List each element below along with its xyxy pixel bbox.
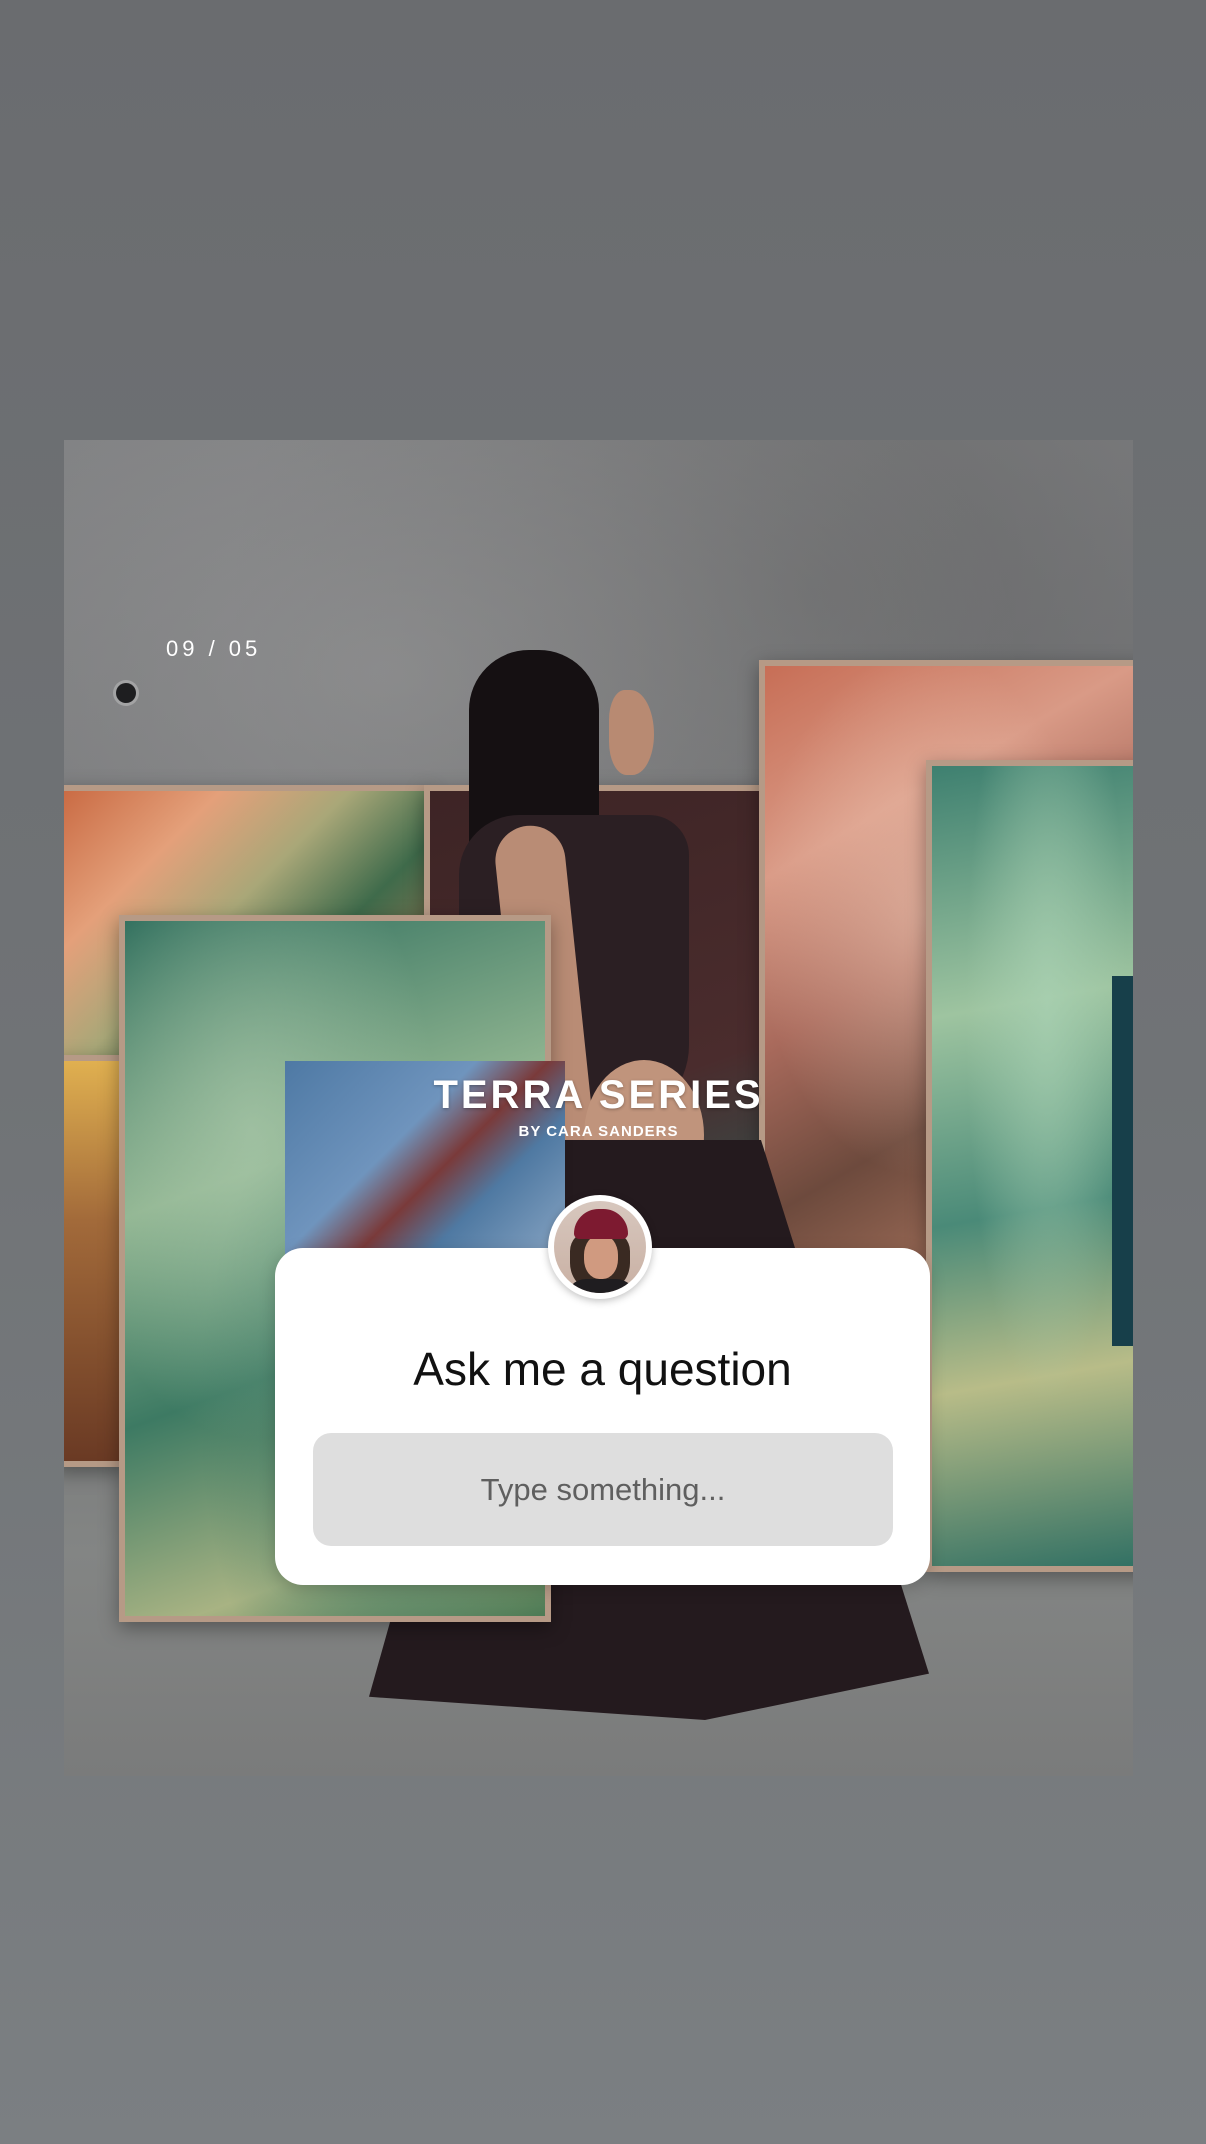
answer-input[interactable]: Type something... xyxy=(313,1433,893,1546)
story-counter: 09 / 05 xyxy=(166,636,262,661)
person-face xyxy=(609,690,654,775)
camera-icon xyxy=(116,683,136,703)
avatar-hat xyxy=(574,1209,628,1239)
story-subtitle: BY CARA SANDERS xyxy=(518,1123,679,1140)
question-prompt: Ask me a question xyxy=(413,1343,792,1395)
painting-canvas xyxy=(926,760,1133,1572)
avatar[interactable] xyxy=(548,1195,652,1299)
avatar-shirt xyxy=(566,1279,636,1293)
painting-detail xyxy=(1112,976,1133,1346)
avatar-photo xyxy=(554,1201,646,1293)
story-title: TERRA SERIES xyxy=(433,1073,764,1117)
avatar-face xyxy=(584,1235,618,1279)
